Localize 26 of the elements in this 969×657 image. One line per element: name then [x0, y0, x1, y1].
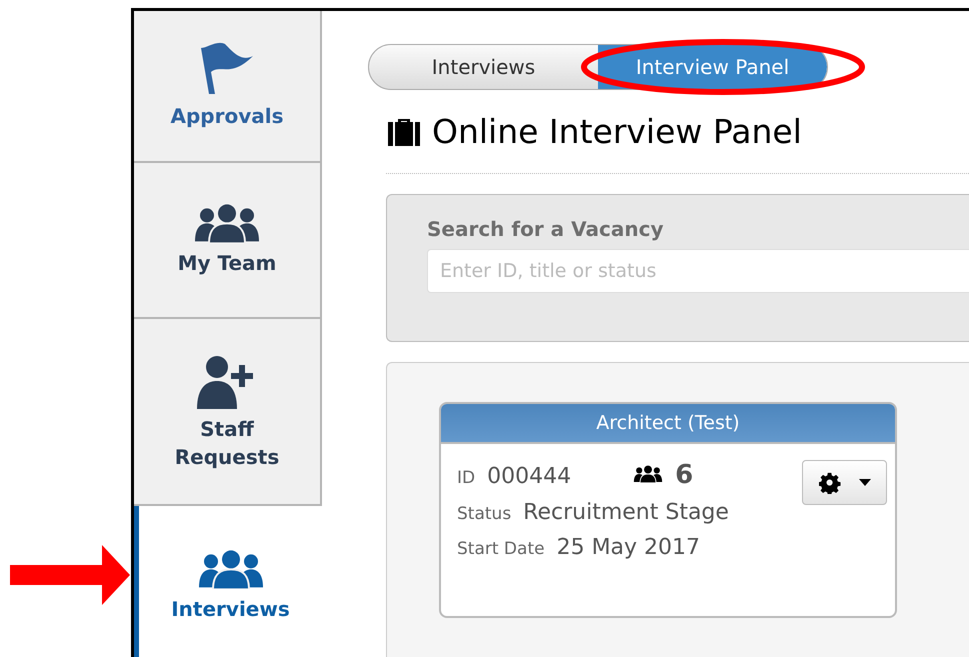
- search-field[interactable]: Enter ID, title or status: [427, 249, 969, 293]
- users-icon: [193, 202, 261, 244]
- status-label: Status: [457, 504, 512, 524]
- tab[interactable]: Interviews: [369, 45, 598, 89]
- settings-dropdown-button[interactable]: [802, 460, 887, 505]
- start-date-label: Start Date: [457, 539, 545, 559]
- caret-icon: [858, 479, 870, 486]
- sidebar-item-label: My Team: [178, 250, 276, 278]
- status-value: Recruitment Stage: [523, 500, 729, 525]
- sidebar-item-label: Approvals: [170, 103, 284, 130]
- start-date-value: 25 May 2017: [556, 535, 700, 560]
- briefcase-icon: [386, 118, 422, 146]
- vacancy-id: 000444: [487, 464, 572, 489]
- sidebar-item[interactable]: Staff Requests: [134, 319, 322, 506]
- sidebar-item-label: Interviews: [171, 596, 290, 624]
- page-title: Online Interview Panel: [432, 112, 802, 151]
- sidebar-item[interactable]: Approvals: [134, 11, 322, 163]
- search-label: Search for a Vacancy: [427, 217, 664, 241]
- member-count: 6: [675, 460, 694, 490]
- vacancy-title: Architect (Test): [441, 404, 895, 444]
- settings-icon: [818, 472, 840, 494]
- sidebar-item[interactable]: My Team: [134, 163, 322, 319]
- id-label: ID: [457, 468, 476, 488]
- users-icon: [633, 465, 664, 483]
- sidebar-item-label: Staff Requests: [174, 416, 280, 470]
- users-icon: [196, 548, 264, 590]
